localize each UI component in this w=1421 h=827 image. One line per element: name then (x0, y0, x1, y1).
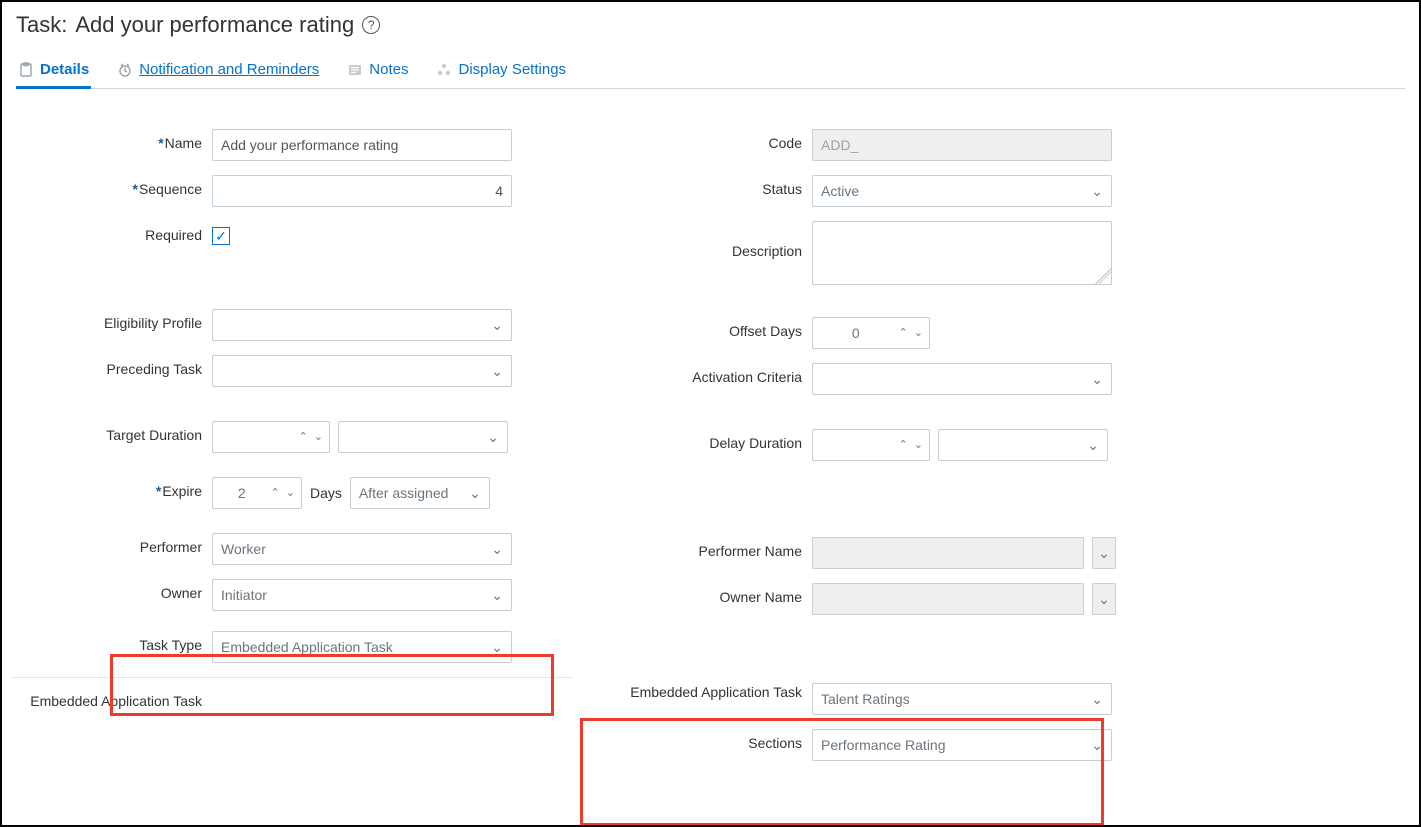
tab-label: Details (40, 61, 89, 78)
chevron-down-icon: ⌄ (1091, 371, 1103, 388)
preceding-task-select[interactable]: ⌄ (212, 355, 512, 387)
embedded-app-task-select[interactable]: Talent Ratings ⌄ (812, 683, 1112, 715)
status-label: Status (762, 181, 802, 197)
delay-duration-stepper[interactable]: ⌃ ⌄ (812, 429, 930, 461)
tab-label: Display Settings (458, 61, 566, 78)
owner-name-lookup: ⌄ (1092, 583, 1116, 615)
chevron-down-icon: ⌄ (469, 485, 481, 502)
days-label: Days (310, 485, 342, 501)
activation-criteria-label: Activation Criteria (692, 369, 802, 385)
chevron-down-icon: ⌄ (487, 429, 499, 446)
performer-name-lookup: ⌄ (1092, 537, 1116, 569)
title-prefix: Task: (16, 12, 67, 38)
tab-display-settings[interactable]: Display Settings (434, 55, 568, 89)
chevron-down-icon: ⌄ (1087, 437, 1099, 454)
performer-select[interactable]: Worker ⌄ (212, 533, 512, 565)
code-input (812, 129, 1112, 161)
chevron-down-icon[interactable]: ⌄ (314, 432, 323, 443)
target-duration-label: Target Duration (106, 427, 202, 443)
clock-icon (117, 62, 133, 78)
target-duration-stepper[interactable]: ⌃ ⌄ (212, 421, 330, 453)
required-label: Required (145, 227, 202, 243)
chevron-down-icon: ⌄ (491, 639, 503, 656)
delay-duration-label: Delay Duration (709, 435, 802, 451)
performer-label: Performer (140, 539, 202, 555)
help-icon[interactable]: ? (362, 16, 380, 34)
tab-bar: Details Notification and Reminders Notes… (16, 54, 1405, 89)
chevron-down-icon: ⌄ (1091, 737, 1103, 754)
offset-days-stepper[interactable]: 0 ⌃ ⌄ (812, 317, 930, 349)
tab-label: Notification and Reminders (139, 61, 319, 78)
chevron-down-icon: ⌄ (1091, 183, 1103, 200)
eligibility-select[interactable]: ⌄ (212, 309, 512, 341)
chevron-up-icon[interactable]: ⌃ (899, 328, 908, 339)
tab-label: Notes (369, 61, 408, 78)
sections-select[interactable]: Performance Rating ⌄ (812, 729, 1112, 761)
performer-name-label: Performer Name (699, 543, 802, 559)
tab-details[interactable]: Details (16, 55, 91, 89)
note-icon (347, 62, 363, 78)
description-textarea[interactable] (812, 221, 1112, 285)
tab-notes[interactable]: Notes (345, 55, 410, 89)
chevron-up-icon[interactable]: ⌃ (899, 440, 908, 451)
chevron-down-icon: ⌄ (491, 363, 503, 380)
chevron-down-icon[interactable]: ⌄ (914, 440, 923, 451)
title-name: Add your performance rating (75, 12, 354, 38)
performer-name-input (812, 537, 1084, 569)
eligibility-label: Eligibility Profile (104, 315, 202, 331)
nodes-icon (436, 62, 452, 78)
embedded-app-task-label-right: Embedded Application Task (630, 684, 802, 700)
chevron-down-icon: ⌄ (1098, 545, 1110, 562)
task-type-select[interactable]: Embedded Application Task ⌄ (212, 631, 512, 663)
owner-name-input (812, 583, 1084, 615)
clipboard-icon (18, 62, 34, 78)
required-checkbox[interactable]: ✓ (212, 227, 230, 245)
embedded-app-task-label-left: Embedded Application Task (30, 693, 202, 709)
chevron-down-icon[interactable]: ⌄ (286, 488, 295, 499)
status-select[interactable]: Active ⌄ (812, 175, 1112, 207)
offset-days-label: Offset Days (729, 323, 802, 339)
chevron-down-icon: ⌄ (491, 587, 503, 604)
sequence-label: Sequence (139, 181, 202, 197)
code-label: Code (769, 135, 802, 151)
chevron-up-icon[interactable]: ⌃ (299, 432, 308, 443)
description-label: Description (732, 243, 802, 259)
name-input[interactable] (212, 129, 512, 161)
chevron-up-icon[interactable]: ⌃ (271, 488, 280, 499)
tab-notifications[interactable]: Notification and Reminders (115, 55, 321, 89)
owner-label: Owner (161, 585, 202, 601)
chevron-down-icon: ⌄ (1091, 691, 1103, 708)
preceding-task-label: Preceding Task (107, 361, 202, 377)
sequence-input[interactable] (212, 175, 512, 207)
name-label: Name (165, 135, 202, 151)
owner-name-label: Owner Name (720, 589, 802, 605)
task-type-label: Task Type (139, 637, 202, 653)
sections-label: Sections (748, 735, 802, 751)
page-title: Task: Add your performance rating ? (16, 12, 1405, 38)
expire-label: Expire (162, 483, 202, 499)
expire-basis-select[interactable]: After assigned ⌄ (350, 477, 490, 509)
target-duration-unit-select[interactable]: ⌄ (338, 421, 508, 453)
activation-criteria-select[interactable]: ⌄ (812, 363, 1112, 395)
delay-duration-unit-select[interactable]: ⌄ (938, 429, 1108, 461)
chevron-down-icon: ⌄ (1098, 591, 1110, 608)
expire-stepper[interactable]: 2 ⌃ ⌄ (212, 477, 302, 509)
chevron-down-icon[interactable]: ⌄ (914, 328, 923, 339)
owner-select[interactable]: Initiator ⌄ (212, 579, 512, 611)
chevron-down-icon: ⌄ (491, 317, 503, 334)
chevron-down-icon: ⌄ (491, 541, 503, 558)
